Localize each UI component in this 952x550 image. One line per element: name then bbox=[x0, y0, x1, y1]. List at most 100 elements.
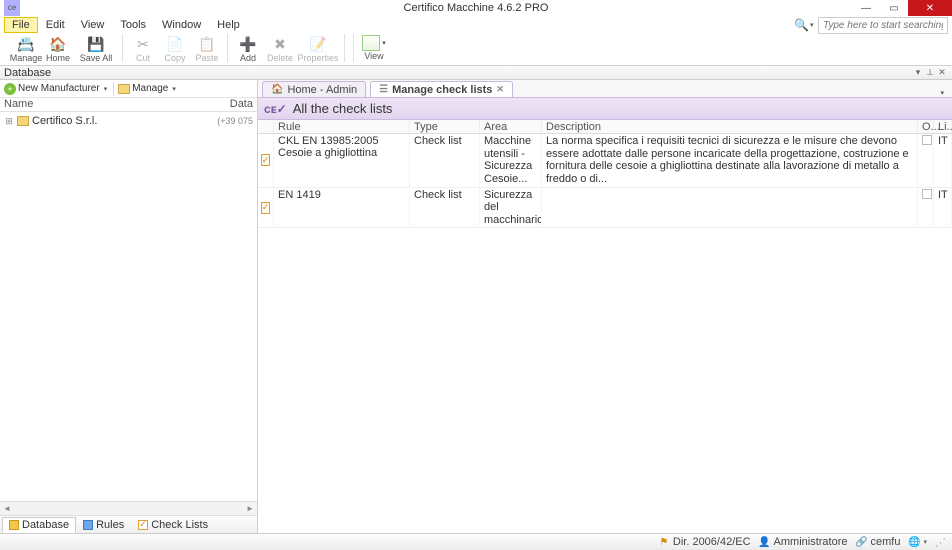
menu-file[interactable]: File bbox=[4, 17, 38, 33]
sidebar-tab-label: Database bbox=[22, 519, 69, 531]
manage-button[interactable]: Manage bbox=[132, 83, 168, 94]
new-manufacturer-button[interactable]: New Manufacturer bbox=[18, 83, 100, 94]
status-directive-label: Dir. 2006/42/EC bbox=[673, 536, 751, 548]
paste-icon: 📋 bbox=[197, 35, 217, 53]
cell-rule: EN 1419 bbox=[274, 188, 410, 228]
add-icon[interactable]: + bbox=[4, 83, 16, 95]
row-checkbox[interactable]: ✓ bbox=[261, 202, 271, 214]
status-user-label: Amministratore bbox=[774, 536, 848, 548]
document-tabs: 🏠 Home - Admin ☰ Manage check lists ✕ ▾ bbox=[258, 80, 952, 98]
tab-label: Home - Admin bbox=[287, 84, 357, 96]
table-row[interactable]: ✓EN 1419Check listSicurezza del macchina… bbox=[258, 188, 952, 229]
col-name[interactable]: Name bbox=[4, 98, 213, 111]
ribbon-label: Delete bbox=[267, 53, 293, 63]
tree-item-data: (+39 075 bbox=[217, 116, 253, 126]
folder-icon bbox=[118, 84, 130, 94]
ribbon-view[interactable]: ▾ View bbox=[358, 34, 390, 61]
menu-window[interactable]: Window bbox=[154, 17, 209, 33]
ribbon-label: Manage bbox=[10, 53, 43, 63]
col-data[interactable]: Data bbox=[213, 98, 253, 111]
grid-body[interactable]: ✓CKL EN 13985:2005 Cesoie a ghigliottina… bbox=[258, 134, 952, 533]
app-title: Certifico Macchine 4.6.2 PRO bbox=[404, 2, 549, 14]
folder-icon bbox=[17, 116, 29, 126]
cell-description: La norma specifica i requisiti tecnici d… bbox=[542, 134, 918, 187]
pane-close-icon[interactable]: ✕ bbox=[936, 67, 948, 78]
col-description[interactable]: Description bbox=[542, 120, 918, 133]
tabs-dropdown-icon[interactable]: ▾ bbox=[936, 89, 948, 97]
maximize-button[interactable]: ▭ bbox=[880, 0, 908, 16]
cell-li: IT bbox=[934, 188, 952, 228]
ribbon-label: Properties bbox=[297, 53, 338, 63]
scroll-right-icon[interactable]: ► bbox=[243, 504, 257, 513]
sidebar-toolbar: + New Manufacturer ▾ Manage ▾ bbox=[0, 80, 257, 98]
app-icon: ce bbox=[4, 0, 20, 16]
expand-icon[interactable]: ⊞ bbox=[4, 116, 14, 127]
menu-help[interactable]: Help bbox=[209, 17, 248, 33]
globe-dropdown-icon[interactable]: ▾ bbox=[923, 538, 927, 546]
status-server[interactable]: 🔗 cemfu bbox=[856, 536, 901, 548]
globe-icon: 🌐 bbox=[908, 536, 920, 548]
title-bar: ce Certifico Macchine 4.6.2 PRO — ▭ ✕ bbox=[0, 0, 952, 16]
ribbon-manage[interactable]: 📇Manage bbox=[10, 34, 42, 63]
col-type[interactable]: Type bbox=[410, 120, 480, 133]
sidebar-hscroll[interactable]: ◄ ► bbox=[0, 501, 257, 515]
status-globe[interactable]: 🌐 ▾ bbox=[908, 536, 927, 548]
save all-icon: 💾 bbox=[86, 35, 106, 53]
sidebar-tab-database[interactable]: Database bbox=[2, 517, 76, 533]
status-directive[interactable]: ⚑ Dir. 2006/42/EC bbox=[658, 536, 751, 548]
list-icon: ☰ bbox=[379, 84, 388, 95]
database-pane-header: Database ▾ ⟂ ✕ bbox=[0, 66, 952, 80]
minimize-button[interactable]: — bbox=[852, 0, 880, 16]
cell-rule: CKL EN 13985:2005 Cesoie a ghigliottina bbox=[274, 134, 410, 187]
sidebar-tab-rules[interactable]: Rules bbox=[76, 517, 131, 533]
search-icon[interactable]: 🔍 bbox=[792, 18, 810, 32]
sidebar-tabs: Database RulesCheck Lists bbox=[0, 515, 257, 533]
ribbon-add[interactable]: ➕Add bbox=[232, 34, 264, 63]
tree-view[interactable]: ⊞ Certifico S.r.l. (+39 075 bbox=[0, 112, 257, 501]
tab-manage-checklists[interactable]: ☰ Manage check lists ✕ bbox=[370, 81, 513, 97]
menu-edit[interactable]: Edit bbox=[38, 17, 73, 33]
page-header: ᴄᴇ✓ All the check lists bbox=[258, 98, 952, 120]
tree-row[interactable]: ⊞ Certifico S.r.l. (+39 075 bbox=[0, 114, 257, 128]
cell-li: IT bbox=[934, 134, 952, 187]
ribbon-label: Add bbox=[240, 53, 256, 63]
row-checkbox[interactable]: ✓ bbox=[261, 154, 271, 166]
search-input[interactable] bbox=[818, 17, 948, 34]
ribbon-cut: ✂Cut bbox=[127, 34, 159, 63]
cell-area: Macchine utensili - Sicurezza Cesoie... bbox=[480, 134, 542, 187]
close-button[interactable]: ✕ bbox=[908, 0, 952, 16]
cell-o[interactable] bbox=[918, 134, 934, 187]
tab-close-icon[interactable]: ✕ bbox=[496, 84, 504, 95]
table-row[interactable]: ✓CKL EN 13985:2005 Cesoie a ghigliottina… bbox=[258, 134, 952, 188]
cell-type: Check list bbox=[410, 188, 480, 228]
pane-dropdown-icon[interactable]: ▾ bbox=[912, 67, 924, 78]
manage-dropdown-icon[interactable]: ▾ bbox=[170, 85, 178, 93]
ribbon-save-all[interactable]: 💾Save All bbox=[74, 34, 118, 63]
scroll-left-icon[interactable]: ◄ bbox=[0, 504, 14, 513]
flag-icon: ⚑ bbox=[658, 536, 670, 548]
col-o[interactable]: O... bbox=[918, 120, 934, 133]
cell-o[interactable] bbox=[918, 188, 934, 228]
cut-icon: ✂ bbox=[133, 35, 153, 53]
sidebar-tab-check-lists[interactable]: Check Lists bbox=[131, 517, 215, 533]
tree-item-label: Certifico S.r.l. bbox=[32, 115, 97, 127]
search-dropdown-icon[interactable]: ▾ bbox=[810, 21, 818, 29]
ribbon-toolbar: 📇Manage🏠Home💾Save All✂Cut📄Copy📋Paste➕Add… bbox=[0, 34, 952, 66]
cell-area: Sicurezza del macchinario bbox=[480, 188, 542, 228]
properties-icon: 📝 bbox=[308, 35, 328, 53]
ribbon-label: Home bbox=[46, 53, 70, 63]
manage-icon: 📇 bbox=[16, 35, 36, 53]
resize-grip-icon[interactable]: ⋰ bbox=[935, 536, 946, 549]
link-icon: 🔗 bbox=[856, 536, 868, 548]
tab-home[interactable]: 🏠 Home - Admin bbox=[262, 81, 366, 97]
new-manufacturer-dropdown-icon[interactable]: ▾ bbox=[102, 85, 110, 93]
page-title: All the check lists bbox=[293, 101, 393, 116]
col-li[interactable]: Li... bbox=[934, 120, 952, 133]
col-rule[interactable]: Rule bbox=[274, 120, 410, 133]
menu-view[interactable]: View bbox=[73, 17, 113, 33]
status-user[interactable]: 👤 Amministratore bbox=[759, 536, 848, 548]
col-area[interactable]: Area bbox=[480, 120, 542, 133]
menu-tools[interactable]: Tools bbox=[112, 17, 154, 33]
ribbon-home[interactable]: 🏠Home bbox=[42, 34, 74, 63]
pane-pin-icon[interactable]: ⟂ bbox=[924, 67, 936, 78]
